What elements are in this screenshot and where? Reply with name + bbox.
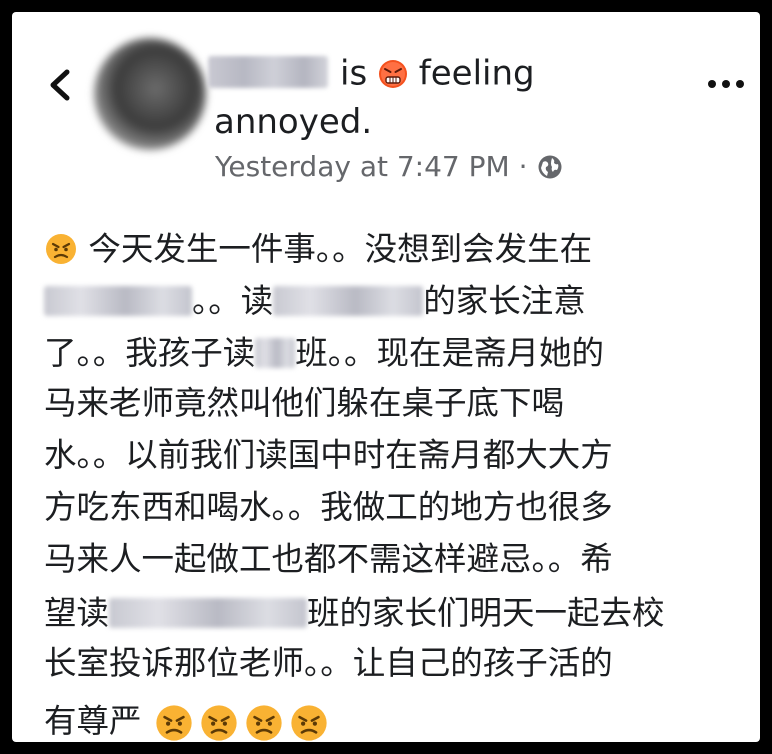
body-line-4: 马来老师竟然叫他们躲在桌子底下喝	[44, 384, 565, 422]
redacted-school-name	[273, 286, 424, 316]
body-line-9: 长室投诉那位老师。。让自己的孩子活的	[44, 644, 613, 682]
angry-emoji-row	[152, 702, 329, 741]
author-name-redacted[interactable]	[208, 56, 328, 88]
body-line-2a-text: 。。读	[192, 282, 274, 320]
post-card: is feeling annoyed. Yesterday at 7:47 PM…	[12, 12, 760, 742]
more-options-icon[interactable]	[704, 72, 748, 96]
avatar[interactable]	[94, 38, 206, 150]
body-line-3: 了。。我孩子读 班。。现在是斋月她的	[44, 328, 604, 374]
redacted-school-class	[109, 598, 308, 628]
angry-face-icon	[378, 59, 407, 88]
body-line-7: 马来人一起做工也都不需这样避忌。。希	[44, 540, 613, 578]
redacted-class-name	[255, 338, 296, 368]
body-line-5: 水。。以前我们读国中时在斋月都大大方	[44, 436, 613, 474]
body-line-3a-text: 了。。我孩子读	[44, 334, 256, 372]
body-line-8a-text: 望读	[44, 594, 110, 632]
header-line-2[interactable]: annoyed.	[214, 98, 372, 146]
body-line-1-text: 今天发生一件事。。没想到会发生在	[88, 230, 593, 268]
body-line-8b-text: 班的家长们明天一起去校	[307, 594, 665, 632]
body-line-10-text: 有尊严	[44, 702, 142, 740]
body-line-2: 。。读 的家长注意	[44, 276, 586, 322]
header-feeling-text: feeling	[418, 53, 535, 94]
post-meta: Yesterday at 7:47 PM ·	[215, 146, 564, 186]
timestamp[interactable]: Yesterday at 7:47 PM	[215, 150, 510, 183]
body-line-3b-text: 班。。现在是斋月她的	[295, 334, 605, 372]
body-line-10: 有尊严	[44, 696, 329, 742]
globe-icon[interactable]	[536, 153, 564, 181]
meta-separator: ·	[518, 150, 528, 183]
body-line-2b-text: 的家长注意	[423, 282, 586, 320]
header-line-1: is feeling	[340, 48, 535, 96]
redacted-school-name	[44, 286, 192, 316]
angry-emoji-icon	[46, 234, 76, 264]
angry-emoji-icon	[201, 705, 237, 741]
body-line-6: 方吃东西和喝水。。我做工的地方也很多	[44, 488, 613, 526]
angry-emoji-icon	[156, 705, 192, 741]
body-line-8: 望读 班的家长们明天一起去校	[44, 588, 665, 634]
header-is-text: is	[340, 53, 368, 94]
body-line-1: 今天发生一件事。。没想到会发生在	[44, 224, 592, 270]
back-button[interactable]	[40, 60, 80, 110]
chevron-left-icon	[50, 69, 70, 101]
angry-emoji-icon	[246, 705, 282, 741]
angry-emoji-icon	[291, 705, 327, 741]
